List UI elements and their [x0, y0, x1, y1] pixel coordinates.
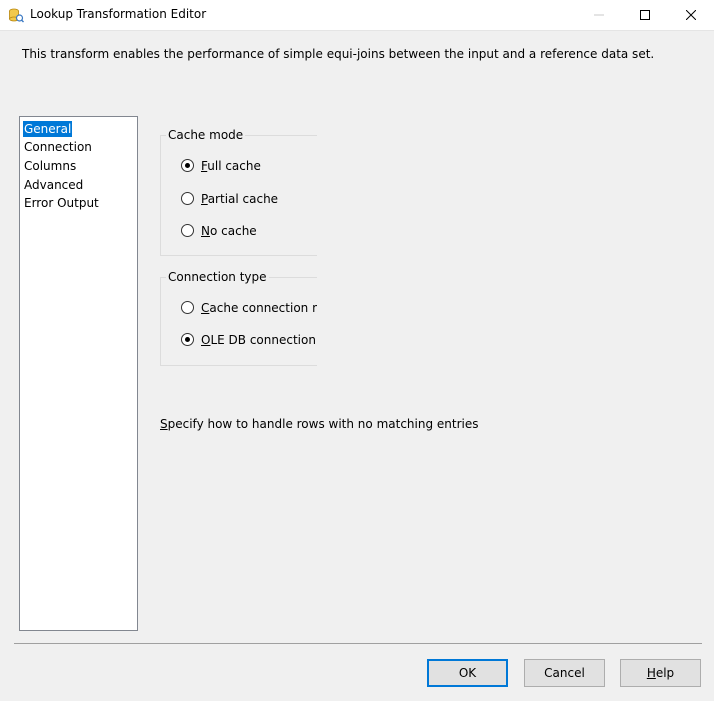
- partial-cache-radio[interactable]: Partial cache: [181, 191, 317, 207]
- page-nav-list[interactable]: General Connection Columns Advanced Erro…: [19, 116, 138, 631]
- radio-checked-icon[interactable]: [181, 159, 194, 172]
- connection-type-title: Connection type: [166, 270, 269, 284]
- footer-separator: [14, 643, 702, 644]
- partial-cache-label: Partial cache: [201, 192, 279, 206]
- radio-unchecked-icon[interactable]: [181, 224, 194, 237]
- cancel-button[interactable]: Cancel: [524, 659, 605, 687]
- no-match-handling-label: Specify how to handle rows with no match…: [160, 417, 479, 431]
- radio-unchecked-icon[interactable]: [181, 192, 194, 205]
- editor-description: This transform enables the performance o…: [22, 47, 655, 61]
- close-icon: [686, 10, 696, 20]
- cache-connection-manager-radio[interactable]: Cache connection mar: [181, 300, 317, 316]
- minimize-icon: [594, 14, 604, 16]
- cache-mode-title: Cache mode: [166, 128, 246, 142]
- radio-unchecked-icon[interactable]: [181, 301, 194, 314]
- full-cache-label: Full cache: [201, 159, 261, 173]
- oledb-connection-manager-radio[interactable]: OLE DB connection ma: [181, 332, 317, 348]
- no-cache-radio[interactable]: No cache: [181, 223, 317, 239]
- title-bar: Lookup Transformation Editor: [0, 0, 714, 31]
- connection-type-group: Connection type Cache connection mar OLE…: [160, 270, 317, 366]
- full-cache-radio[interactable]: Full cache: [181, 158, 317, 174]
- maximize-button[interactable]: [622, 0, 668, 30]
- lookup-transform-icon: [8, 7, 24, 23]
- cache-mode-group: Cache mode Full cache Partial cache No c…: [160, 128, 317, 256]
- oledb-connection-manager-label: OLE DB connection ma: [201, 333, 317, 347]
- nav-item-general[interactable]: General: [23, 121, 73, 137]
- nav-item-advanced[interactable]: Advanced: [23, 177, 84, 193]
- nav-item-error-output[interactable]: Error Output: [23, 195, 100, 211]
- window-title: Lookup Transformation Editor: [30, 7, 207, 21]
- nav-item-connection[interactable]: Connection: [23, 139, 93, 155]
- minimize-button[interactable]: [576, 0, 622, 30]
- help-button[interactable]: Help: [620, 659, 701, 687]
- cache-connection-manager-label: Cache connection mar: [201, 301, 317, 315]
- close-button[interactable]: [668, 0, 714, 30]
- nav-item-columns[interactable]: Columns: [23, 158, 77, 174]
- maximize-icon: [640, 10, 650, 20]
- no-cache-label: No cache: [201, 224, 257, 238]
- ok-button[interactable]: OK: [427, 659, 508, 687]
- radio-checked-icon[interactable]: [181, 333, 194, 346]
